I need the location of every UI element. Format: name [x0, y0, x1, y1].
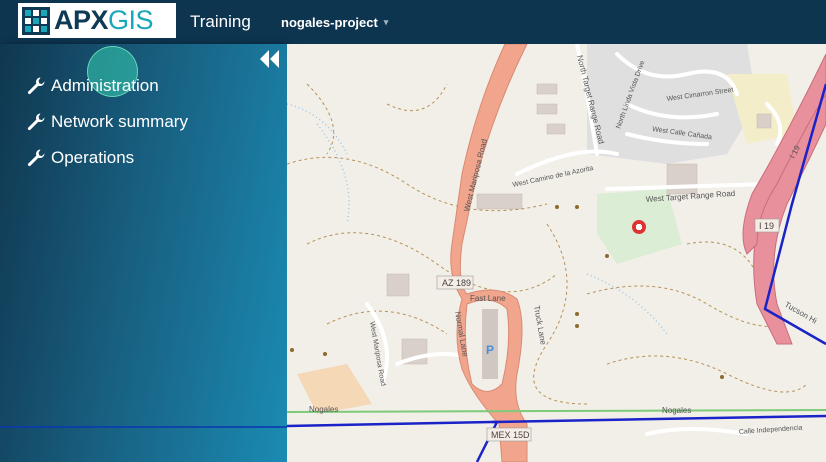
map-label: Nogales: [662, 406, 691, 415]
wrench-icon: [27, 113, 45, 131]
sidebar-item-label: Network summary: [51, 112, 188, 131]
double-chevron-left-icon[interactable]: [259, 48, 281, 70]
route-line-under-sidebar: [0, 426, 287, 428]
map-label: Nogales: [309, 405, 338, 414]
wrench-icon: [27, 77, 45, 95]
az189-shield: AZ 189: [442, 278, 471, 288]
mex15d-shield: MEX 15D: [491, 430, 530, 440]
project-name: nogales-project: [281, 15, 378, 30]
sidebar-panel: Administration Network summary Operation…: [0, 44, 287, 462]
map-canvas[interactable]: West Mariposa Road North Target Range Ro…: [287, 44, 826, 462]
i19-shield: I 19: [759, 221, 774, 231]
apxgis-logo[interactable]: APXGIS: [18, 3, 176, 38]
app-title[interactable]: Training: [190, 12, 251, 32]
sidebar-item-network-summary[interactable]: Network summary: [26, 104, 188, 140]
parking-icon: P: [486, 343, 494, 357]
sidebar-item-operations[interactable]: Operations: [26, 140, 188, 176]
sidebar-item-label: Administration: [51, 76, 159, 95]
logo-wordmark: APXGIS: [54, 5, 154, 35]
sidebar-menu: Administration Network summary Operation…: [26, 68, 188, 176]
top-navbar: APXGIS Training nogales-project ▾: [0, 0, 826, 44]
map-label: Fast Lane: [470, 294, 506, 303]
sidebar-item-administration[interactable]: Administration: [26, 68, 188, 104]
logo-grid-icon: [22, 6, 50, 35]
project-dropdown[interactable]: nogales-project ▾: [281, 15, 388, 30]
sidebar-item-label: Operations: [51, 148, 135, 167]
caret-down-icon: ▾: [383, 17, 389, 27]
wrench-icon: [27, 149, 45, 167]
